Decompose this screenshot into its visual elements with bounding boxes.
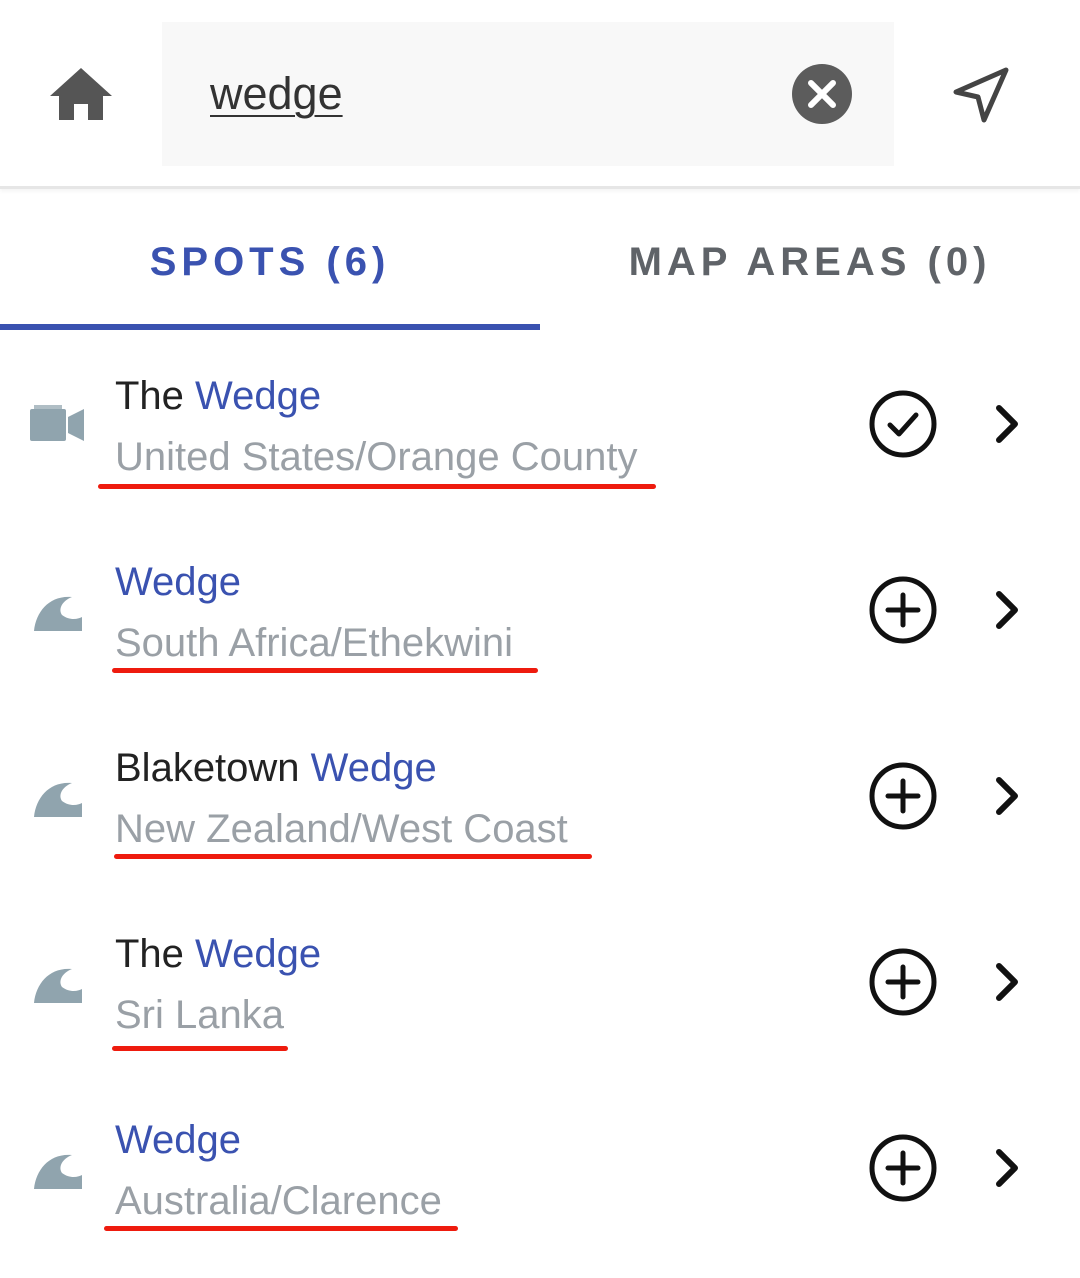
add-circle-icon[interactable]	[868, 947, 938, 1017]
top-app-bar: wedge	[0, 0, 1080, 189]
clear-search-icon[interactable]	[792, 64, 852, 124]
spot-title-match: Wedge	[310, 746, 437, 790]
add-circle-icon[interactable]	[868, 575, 938, 645]
chevron-right-icon[interactable]	[990, 962, 1024, 1002]
spot-title: Blaketown Wedge	[115, 743, 437, 793]
spot-title-prefix: The	[115, 932, 196, 976]
spot-title: Wedge	[115, 557, 241, 607]
annotation-underline	[112, 1046, 288, 1051]
chevron-right-icon[interactable]	[990, 776, 1024, 816]
spot-location: Sri Lanka	[115, 993, 284, 1037]
spot-location: Australia/Clarence	[115, 1179, 442, 1223]
spot-title-prefix: The	[115, 374, 196, 418]
annotation-underline	[112, 668, 538, 673]
active-tab-indicator	[0, 324, 540, 330]
annotation-underline	[104, 1226, 458, 1231]
annotation-underline	[114, 854, 592, 859]
spot-title-match: Wedge	[115, 560, 242, 604]
spot-location: South Africa/Ethekwini	[115, 621, 513, 665]
wave-icon	[30, 777, 86, 821]
add-circle-icon[interactable]	[868, 1133, 938, 1203]
tab-map-areas[interactable]: MAP AREAS (0)	[540, 189, 1080, 331]
chevron-right-icon[interactable]	[990, 590, 1024, 630]
camera-icon	[30, 403, 86, 447]
annotation-underline	[98, 484, 656, 489]
spot-title-prefix: Blaketown	[115, 746, 311, 790]
home-icon[interactable]	[48, 64, 114, 124]
spot-title-match: Wedge	[115, 1118, 242, 1162]
spot-title: The Wedge	[115, 929, 321, 979]
list-item[interactable]: The Wedge United States/Orange County	[0, 331, 1080, 517]
list-item[interactable]: Wedge South Africa/Ethekwini	[0, 517, 1080, 703]
chevron-right-icon[interactable]	[990, 404, 1024, 444]
spot-title-match: Wedge	[195, 374, 322, 418]
search-field[interactable]: wedge	[162, 22, 894, 166]
spot-location: New Zealand/West Coast	[115, 807, 568, 851]
spot-title: The Wedge	[115, 371, 321, 421]
list-item[interactable]: Blaketown Wedge New Zealand/West Coast	[0, 703, 1080, 889]
add-circle-icon[interactable]	[868, 761, 938, 831]
spot-location: United States/Orange County	[115, 435, 638, 479]
search-input[interactable]: wedge	[210, 68, 343, 120]
spot-title: Wedge	[115, 1115, 241, 1165]
spot-title-match: Wedge	[195, 932, 322, 976]
check-circle-icon[interactable]	[868, 389, 938, 459]
location-arrow-icon[interactable]	[948, 62, 1014, 128]
wave-icon	[30, 1149, 86, 1193]
wave-icon	[30, 963, 86, 1007]
chevron-right-icon[interactable]	[990, 1148, 1024, 1188]
tab-spots[interactable]: SPOTS (6)	[0, 189, 540, 331]
list-item[interactable]: Wedge Australia/Clarence	[0, 1075, 1080, 1261]
list-item[interactable]: The Wedge Sri Lanka	[0, 889, 1080, 1075]
tab-bar: SPOTS (6) MAP AREAS (0)	[0, 189, 1080, 331]
wave-icon	[30, 591, 86, 635]
